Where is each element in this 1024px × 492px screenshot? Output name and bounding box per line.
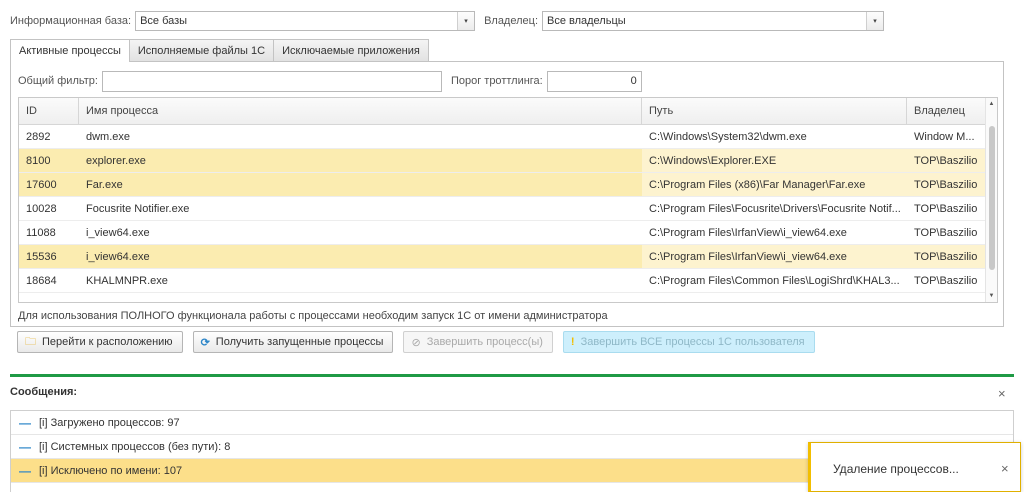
close-icon[interactable]: × <box>1001 461 1009 476</box>
top-filter-row: Информационная база: Все базы ▾ Владелец… <box>10 10 884 32</box>
table-header: ID Имя процесса Путь Владелец <box>19 98 997 125</box>
notification-toast: Удаление процессов... × <box>808 442 1021 492</box>
scroll-up-icon[interactable]: ▲ <box>986 98 997 110</box>
cell-id: 10028 <box>26 202 57 215</box>
chevron-down-icon[interactable]: ▾ <box>457 12 475 30</box>
get-processes-label: Получить запущенные процессы <box>215 336 384 348</box>
owner-select[interactable]: Все владельцы ▾ <box>542 11 884 31</box>
tab-active-processes[interactable]: Активные процессы <box>10 39 130 62</box>
column-header-owner[interactable]: Владелец <box>907 98 985 124</box>
processes-panel: Общий фильтр: Порог троттлинга: 0 ID Имя… <box>10 61 1004 327</box>
table-scrollbar[interactable]: ▲ ▼ <box>985 98 997 302</box>
warning-icon: ! <box>570 336 575 348</box>
cell-name: explorer.exe <box>79 149 642 172</box>
terminate-all-button[interactable]: ! Завершить ВСЕ процессы 1С пользователя <box>562 331 815 353</box>
owner-value: Все владельцы <box>547 15 626 27</box>
action-buttons: 🗀 Перейти к расположению ⟳ Получить запу… <box>17 331 825 353</box>
cell-path: C:\Program Files\Common Files\LogiShrd\K… <box>649 274 900 287</box>
get-processes-button[interactable]: ⟳ Получить запущенные процессы <box>192 331 394 353</box>
table-row[interactable]: 11088 i_view64.exe C:\Program Files\IrfanV… <box>19 221 997 245</box>
table-row[interactable]: 8100 explorer.exe C:\Windows\Explorer.EXE T… <box>19 149 997 173</box>
minus-icon: — <box>19 463 31 478</box>
cancel-icon: ⊘ <box>411 336 421 349</box>
minus-icon: — <box>19 415 31 430</box>
column-header-path[interactable]: Путь <box>642 98 907 124</box>
table-body: 2892 dwm.exe C:\Windows\System32\dwm.exe Wi… <box>19 125 997 293</box>
tab-bar: Активные процессы Исполняемые файлы 1С И… <box>10 39 429 62</box>
throttle-label: Порог троттлинга: <box>450 75 543 87</box>
cell-owner: TOP\Baszilio <box>914 274 978 287</box>
folder-icon: 🗀 <box>25 335 36 348</box>
infobase-label: Информационная база: <box>10 15 132 27</box>
column-header-id[interactable]: ID <box>19 98 79 124</box>
terminate-button[interactable]: ⊘ Завершить процесс(ы) <box>403 331 553 353</box>
table-row[interactable]: 2892 dwm.exe C:\Windows\System32\dwm.exe Wi… <box>19 125 997 149</box>
section-divider <box>10 374 1014 377</box>
table-row[interactable]: 10028 Focusrite Notifier.exe C:\Program Fi… <box>19 197 997 221</box>
cell-id: 11088 <box>26 226 56 239</box>
cell-name: i_view64.exe <box>79 245 642 268</box>
cell-id: 17600 <box>19 173 79 196</box>
cell-name: KHALMNPR.exe <box>86 274 168 287</box>
process-table: ID Имя процесса Путь Владелец 2892 dwm.ex… <box>18 97 998 303</box>
goto-location-button[interactable]: 🗀 Перейти к расположению <box>17 331 183 353</box>
cell-id: 8100 <box>19 149 79 172</box>
chevron-down-icon[interactable]: ▾ <box>866 12 883 30</box>
cell-path: C:\Program Files (x86)\Far Manager\Far.e… <box>642 173 907 196</box>
message-text: [i] Исключено по имени: 107 <box>39 464 183 477</box>
cell-name: Focusrite Notifier.exe <box>86 202 190 215</box>
minus-icon: — <box>19 439 31 454</box>
infobase-value: Все базы <box>140 15 188 27</box>
column-header-name[interactable]: Имя процесса <box>79 98 642 124</box>
cell-name: Far.exe <box>79 173 642 196</box>
cell-id: 18684 <box>26 274 57 287</box>
message-item: — [i] Загружено процессов: 97 <box>11 411 1013 435</box>
table-row[interactable]: 17600 Far.exe C:\Program Files (x86)\Far M… <box>19 173 997 197</box>
general-filter-label: Общий фильтр: <box>18 75 98 87</box>
cell-id: 15536 <box>19 245 79 268</box>
table-row[interactable]: 18684 KHALMNPR.exe C:\Program Files\Common… <box>19 269 997 293</box>
cell-path: C:\Program Files\IrfanView\i_view64.exe <box>642 245 907 268</box>
cell-owner: TOP\Baszilio <box>914 202 978 215</box>
refresh-icon: ⟳ <box>200 336 210 349</box>
cell-id: 2892 <box>26 130 51 143</box>
messages-title: Сообщения: <box>10 386 78 398</box>
cell-owner: TOP\Baszilio <box>914 226 978 239</box>
cell-name: i_view64.exe <box>86 226 150 239</box>
cell-owner: Window M... <box>914 130 975 143</box>
cell-path: C:\Windows\Explorer.EXE <box>642 149 907 172</box>
cell-name: dwm.exe <box>86 130 131 143</box>
message-text: [i] Системных процессов (без пути): 8 <box>39 440 231 453</box>
panel-filter-row: Общий фильтр: Порог троттлинга: 0 <box>18 70 642 92</box>
throttle-input[interactable]: 0 <box>546 70 642 92</box>
infobase-select[interactable]: Все базы ▾ <box>135 11 476 31</box>
cell-owner: TOP\Baszilio <box>907 149 985 172</box>
terminate-label: Завершить процесс(ы) <box>426 336 543 348</box>
cell-owner: TOP\Baszilio <box>907 173 985 196</box>
cell-path: C:\Program Files\IrfanView\i_view64.exe <box>649 226 847 239</box>
tab-1c-executables[interactable]: Исполняемые файлы 1С <box>128 39 275 61</box>
owner-label: Владелец: <box>484 15 538 27</box>
toast-text: Удаление процессов... <box>833 462 959 476</box>
table-row[interactable]: 15536 i_view64.exe C:\Program Files\IrfanV… <box>19 245 997 269</box>
tab-excluded-apps[interactable]: Исключаемые приложения <box>273 39 429 61</box>
admin-note: Для использования ПОЛНОГО функционала ра… <box>18 310 608 322</box>
general-filter-input[interactable] <box>101 70 442 92</box>
cell-path: C:\Program Files\Focusrite\Drivers\Focus… <box>649 202 901 215</box>
close-icon[interactable]: × <box>998 386 1006 401</box>
cell-path: C:\Windows\System32\dwm.exe <box>649 130 807 143</box>
terminate-all-label: Завершить ВСЕ процессы 1С пользователя <box>580 336 805 348</box>
scroll-down-icon[interactable]: ▼ <box>986 290 997 302</box>
goto-location-label: Перейти к расположению <box>42 336 173 348</box>
message-text: [i] Загружено процессов: 97 <box>39 416 180 429</box>
scroll-thumb[interactable] <box>989 126 995 270</box>
cell-owner: TOP\Baszilio <box>907 245 985 268</box>
